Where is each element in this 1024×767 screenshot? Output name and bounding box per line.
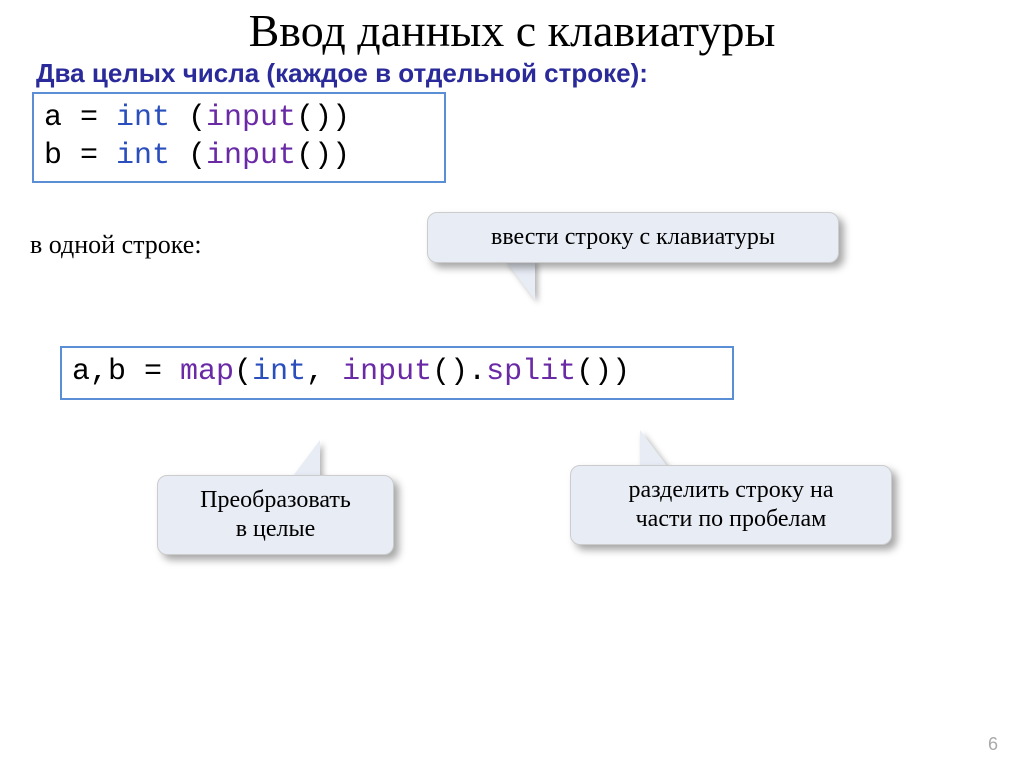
- func-input: input: [342, 355, 432, 389]
- code-block-1: a = int (input()) b = int (input()): [32, 92, 446, 183]
- page-title: Ввод данных с клавиатуры: [0, 4, 1024, 57]
- code-text: ()): [296, 101, 350, 135]
- callout-tail: [290, 440, 320, 480]
- subtitle: Два целых числа (каждое в отдельной стро…: [36, 58, 648, 89]
- code-text: ,: [306, 355, 342, 389]
- callout-convert-int: Преобразовать в целые: [157, 475, 394, 555]
- func-input: input: [206, 101, 296, 135]
- page-number: 6: [988, 734, 998, 755]
- code-text: (: [170, 101, 206, 135]
- code-text: ()): [296, 139, 350, 173]
- callout-line: Преобразовать: [200, 487, 351, 513]
- callout-tail: [505, 260, 535, 300]
- code-block-2: a,b = map(int, input().split()): [60, 346, 734, 400]
- code-text: ().: [432, 355, 486, 389]
- callout-input-string: ввести строку с клавиатуры: [427, 212, 839, 263]
- callout-line: в целые: [236, 516, 316, 542]
- func-input: input: [206, 139, 296, 173]
- func-split: split: [486, 355, 576, 389]
- callout-split-spaces: разделить строку на части по пробелам: [570, 465, 892, 545]
- label-one-line: в одной строке:: [30, 230, 202, 260]
- callout-line: разделить строку на: [628, 477, 833, 503]
- keyword-int: int: [116, 101, 170, 135]
- keyword-int: int: [116, 139, 170, 173]
- code-text: ()): [576, 355, 630, 389]
- callout-tail: [640, 430, 670, 470]
- code-text: b =: [44, 139, 116, 173]
- func-map: map: [180, 355, 234, 389]
- code-text: a =: [44, 101, 116, 135]
- code-text: (: [170, 139, 206, 173]
- code-text: a,b =: [72, 355, 180, 389]
- code-text: (: [234, 355, 252, 389]
- callout-line: части по пробелам: [636, 506, 827, 532]
- keyword-int: int: [252, 355, 306, 389]
